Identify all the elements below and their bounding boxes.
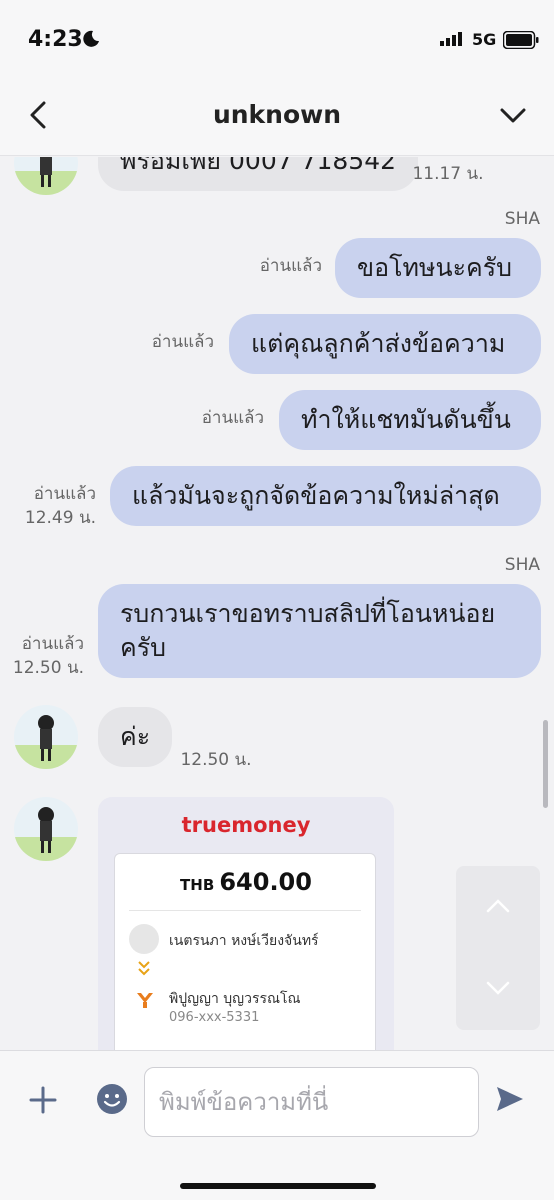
avatar-image (14, 807, 78, 861)
plus-icon[interactable] (28, 1085, 58, 1115)
read-status: อ่านแล้ว (33, 484, 96, 504)
chevron-down-icon[interactable] (483, 978, 513, 998)
message-time: 12.50 น. (12, 658, 84, 678)
brand-logo: truemoney (181, 813, 311, 837)
message-time: 12.50 น. (180, 750, 252, 770)
message-bubble-incoming[interactable]: พร้อมเพย์ 0007 718542 (98, 157, 419, 191)
receipt-image[interactable]: truemoney THB 640.00 เนตรนภา หงษ์เวียงจั… (98, 797, 394, 1050)
read-status: อ่านแล้ว (21, 634, 84, 654)
avatar[interactable] (14, 705, 78, 769)
status-bar: 4:23 5G (0, 0, 554, 80)
moon-icon (83, 30, 99, 47)
chat-title: unknown (212, 100, 342, 129)
arrows-down-icon (138, 961, 150, 976)
chat-header: unknown (0, 80, 554, 156)
read-status: อ่านแล้ว (201, 408, 264, 428)
avatar-image (14, 157, 78, 195)
message-line: รบกวนเราขอทราบสลิปที่โอนหน่อย (120, 599, 496, 628)
scrollbar[interactable] (543, 720, 548, 808)
currency: THB (180, 876, 215, 894)
send-icon[interactable] (494, 1083, 526, 1115)
chevron-down-icon[interactable] (498, 102, 528, 128)
sender-label: SHA (504, 555, 540, 575)
message-input-bar (0, 1050, 554, 1200)
sender-name: เนตรนภา หงษ์เวียงจันทร์ (169, 933, 319, 949)
read-status: อ่านแล้ว (259, 256, 322, 276)
amount: THB 640.00 (115, 868, 377, 896)
chevron-up-icon[interactable] (483, 896, 513, 916)
emoji-icon[interactable] (96, 1083, 128, 1115)
message-line: ครับ (120, 633, 167, 662)
avatar[interactable] (14, 797, 78, 861)
scroll-navigator (456, 866, 540, 1030)
receipt-card: THB 640.00 เนตรนภา หงษ์เวียงจันทร์ พิปูญ… (114, 853, 376, 1050)
message-input[interactable] (144, 1067, 479, 1137)
message-time: 11.17 น. (412, 164, 484, 184)
network-label: 5G (472, 30, 497, 49)
status-time: 4:23 (28, 27, 83, 52)
read-status: อ่านแล้ว (151, 332, 214, 352)
message-bubble-incoming[interactable]: ค่ะ (98, 707, 173, 767)
battery-icon (503, 31, 539, 49)
avatar-image (14, 715, 78, 769)
wallet-icon (137, 993, 153, 1008)
sender-label: SHA (504, 209, 540, 229)
home-indicator (180, 1183, 376, 1189)
message-bubble-outgoing[interactable]: แต่คุณลูกค้าส่งข้อความ (229, 314, 541, 374)
message-bubble-outgoing[interactable]: รบกวนเราขอทราบสลิปที่โอนหน่อย ครับ (98, 584, 541, 678)
divider (129, 910, 361, 911)
message-bubble-outgoing[interactable]: ทำให้แชทมันดันขึ้น (279, 390, 541, 450)
recipient-phone: 096-xxx-5331 (169, 1010, 260, 1025)
amount-value: 640.00 (219, 868, 312, 896)
avatar[interactable] (14, 157, 78, 195)
signal-icon (440, 32, 462, 46)
message-bubble-outgoing[interactable]: แล้วมันจะถูกจัดข้อความใหม่ล่าสุด (110, 466, 541, 526)
message-bubble-outgoing[interactable]: ขอโทษนะครับ (335, 238, 541, 298)
person-icon (129, 924, 159, 954)
recipient-name: พิปูญญา บุญวรรณโณ (169, 991, 301, 1007)
message-time: 12.49 น. (24, 508, 96, 528)
